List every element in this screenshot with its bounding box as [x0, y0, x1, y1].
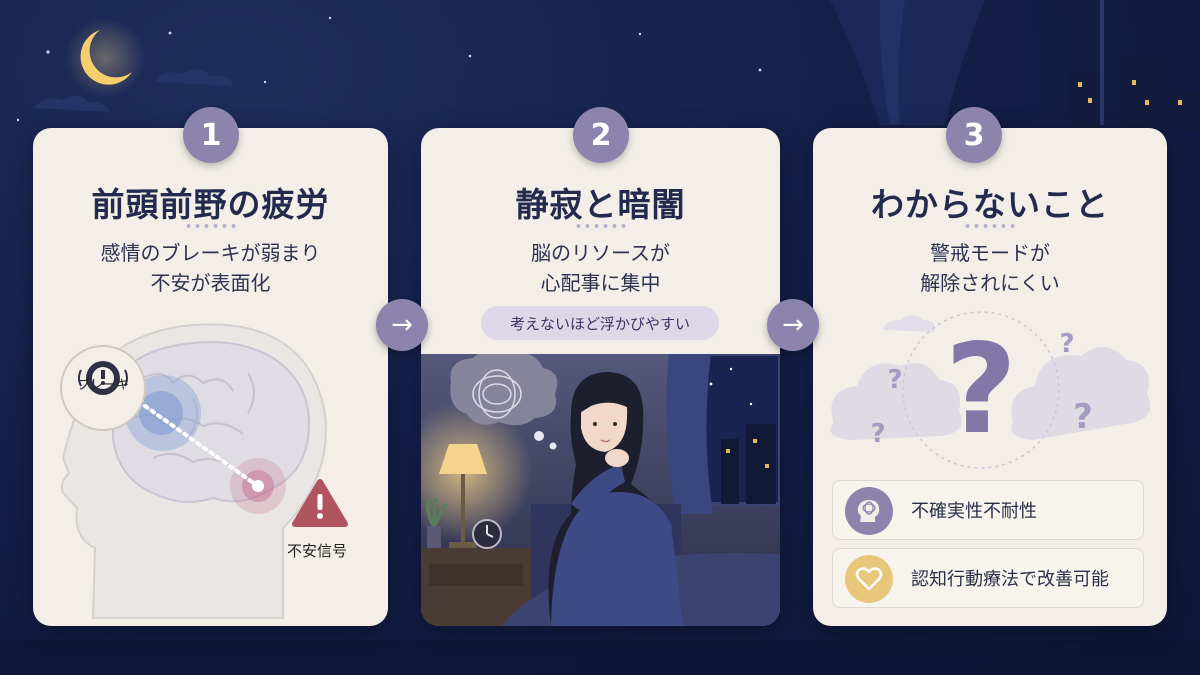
svg-text:?: ?	[887, 365, 902, 395]
arrow-right-icon: →	[782, 310, 804, 340]
head-tangle-icon	[845, 487, 893, 535]
step-3-number: 3	[963, 117, 985, 153]
info-row-label: 認知行動療法で改善可能	[911, 569, 1109, 590]
svg-text:?: ?	[1073, 397, 1093, 437]
step-3-subtitle: 警戒モードが 解除されにくい	[920, 241, 1060, 295]
step-3-number-badge: 3	[946, 107, 1002, 163]
step-2-number-badge: 2	[573, 107, 629, 163]
info-row-uncertainty-intolerance: 不確実性不耐性	[832, 480, 1144, 540]
step-1-number: 1	[200, 117, 222, 153]
step-2-title: 静寂と暗闇	[515, 185, 686, 224]
step-1-number-badge: 1	[183, 107, 239, 163]
title-divider	[576, 224, 625, 228]
info-row-label: 不確実性不耐性	[911, 501, 1037, 522]
step-2-card: 静寂と暗闇 脳のリソースが 心配事に集中 考えないほど浮かびやすい	[421, 128, 780, 626]
info-row-cbt-improvable: 認知行動療法で改善可能	[832, 548, 1144, 608]
svg-text:?: ?	[945, 318, 1017, 462]
step-3-card: わからないこと 警戒モードが 解除されにくい ? ? ? ? ? 不確実性不耐性	[813, 128, 1167, 626]
step-1-title: 前頭前野の疲労	[91, 185, 330, 224]
heart-icon	[845, 555, 893, 603]
uncertainty-cloud-illustration: ? ? ? ? ?	[830, 311, 1151, 469]
night-bedroom-illustration	[421, 354, 780, 626]
arrow-2-to-3: →	[767, 299, 819, 351]
brake-label: ブレーキ	[77, 378, 130, 393]
svg-text:?: ?	[1059, 329, 1074, 359]
step-1-card: 前頭前野の疲労 感情のブレーキが弱まり 不安が表面化 ブレーキ 不安信号	[33, 128, 388, 626]
title-divider	[965, 224, 1015, 228]
step-2-number: 2	[590, 117, 612, 153]
step-3-title: わからないこと	[871, 185, 1109, 224]
arrow-1-to-2: →	[376, 299, 428, 351]
anxiety-signal-label: 不安信号	[287, 542, 348, 560]
step-2-subtitle: 脳のリソースが 心配事に集中	[531, 241, 670, 295]
svg-text:?: ?	[870, 419, 885, 449]
arrow-right-icon: →	[391, 310, 413, 340]
title-divider	[186, 224, 235, 228]
brain-head-illustration	[60, 323, 348, 619]
step-2-note-pill: 考えないほど浮かびやすい	[481, 306, 719, 340]
step-1-subtitle: 感情のブレーキが弱まり 不安が表面化	[100, 241, 321, 295]
